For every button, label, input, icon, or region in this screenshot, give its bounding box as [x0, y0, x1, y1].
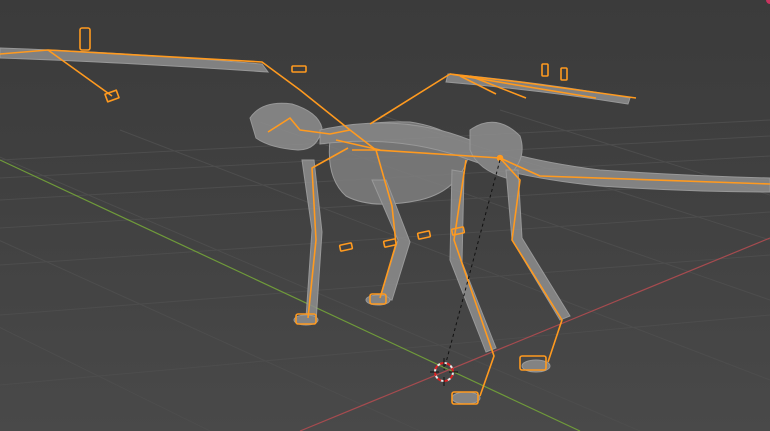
armature-origin[interactable]: [496, 154, 504, 162]
mesh-foot-4[interactable]: [451, 391, 481, 405]
3d-viewport[interactable]: [0, 0, 770, 431]
viewport-canvas[interactable]: [0, 0, 770, 431]
